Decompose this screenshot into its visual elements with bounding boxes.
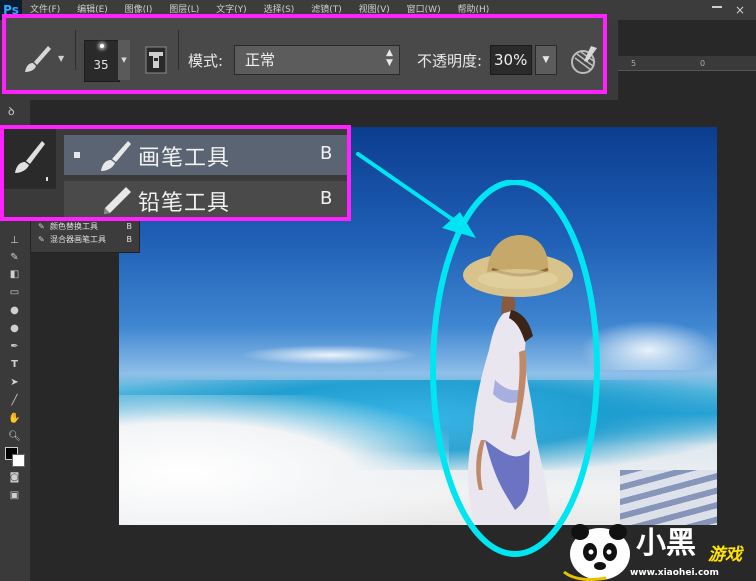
blend-mode-select[interactable]: 正常 (234, 45, 400, 75)
blend-mode-spinner-icon[interactable]: ▲ ▼ (386, 48, 393, 68)
gradient-tool-icon[interactable]: ▭ (7, 287, 22, 299)
path-selection-tool-icon[interactable]: ➤ (7, 377, 22, 389)
watermark-title: 小黑 (636, 526, 696, 561)
ruler-tick-label: 5 (631, 59, 637, 68)
flyout-item-shortcut: B (320, 188, 333, 209)
hand-tool-icon[interactable]: ✋ (7, 413, 22, 425)
mixer-brush-icon: ✎ (38, 235, 45, 244)
flyout-item-shortcut: B (126, 235, 133, 244)
close-icon[interactable]: × (730, 0, 750, 20)
flyout-item-mixer-brush[interactable]: ✎ 混合器画笔工具 B (38, 234, 136, 246)
brush-size-dropdown-button[interactable]: ▼ (118, 40, 130, 80)
dodge-tool-icon[interactable]: ● (7, 323, 22, 335)
options-divider (75, 30, 76, 70)
mode-label: 模式: (188, 52, 224, 70)
lasso-tool-icon[interactable]: ꝺ (8, 104, 15, 119)
brush-icon (101, 141, 131, 171)
type-tool-icon[interactable]: T (7, 359, 22, 371)
tablet-pressure-opacity-icon[interactable] (569, 44, 599, 76)
color-replacement-icon: ✎ (38, 222, 45, 231)
ruler-tick-label: 0 (700, 59, 706, 68)
canvas-beach (119, 395, 449, 525)
opacity-label: 不透明度: (417, 52, 483, 70)
flyout-item-label: 颜色替换工具 (50, 222, 98, 231)
flyout-item-color-replacement[interactable]: ✎ 颜色替换工具 B (38, 221, 136, 233)
brush-icon (15, 141, 48, 181)
watermark-url: www.xiaohei.com (630, 568, 719, 578)
brush-size-value: 35 (93, 58, 109, 72)
brush-panel-toggle-icon[interactable] (145, 46, 167, 74)
quick-mask-icon[interactable]: ◙ (7, 472, 22, 484)
flyout-item-label: 铅笔工具 (138, 191, 231, 216)
selected-bullet-icon (74, 152, 80, 158)
clone-stamp-tool-icon[interactable]: ⊥ (7, 235, 22, 247)
canvas-cloud (240, 345, 420, 365)
line-tool-icon[interactable]: ╱ (7, 395, 22, 407)
annotation-ellipse (430, 180, 600, 557)
brush-preset-caret-icon[interactable]: ▼ (58, 54, 64, 63)
eraser-tool-icon[interactable]: ◧ (7, 269, 22, 281)
opacity-input[interactable]: 30% (490, 45, 532, 75)
screen-mode-icon[interactable]: ▣ (7, 490, 22, 502)
history-brush-tool-icon[interactable]: ✎ (7, 252, 22, 264)
minimize-icon[interactable] (712, 6, 722, 8)
blur-tool-icon[interactable]: ● (7, 305, 22, 317)
brush-tip-dot-icon (100, 44, 104, 48)
options-divider (178, 30, 179, 70)
zoom-tool-icon[interactable]: 🔍︎ (7, 431, 22, 443)
flyout-item-shortcut: B (126, 222, 133, 231)
opacity-dropdown-button[interactable]: ▼ (535, 45, 557, 75)
background-color-swatch[interactable] (12, 454, 25, 467)
pencil-icon (104, 187, 131, 214)
brush-preset-icon[interactable] (20, 42, 54, 76)
flyout-item-shortcut: B (320, 143, 333, 164)
watermark-subtitle: 游戏 (708, 545, 742, 565)
horizontal-ruler (618, 56, 756, 71)
pen-tool-icon[interactable]: ✒ (7, 341, 22, 353)
flyout-item-label: 画笔工具 (138, 146, 231, 171)
brush-tool-button[interactable] (4, 129, 56, 189)
flyout-item-label: 混合器画笔工具 (50, 235, 106, 244)
